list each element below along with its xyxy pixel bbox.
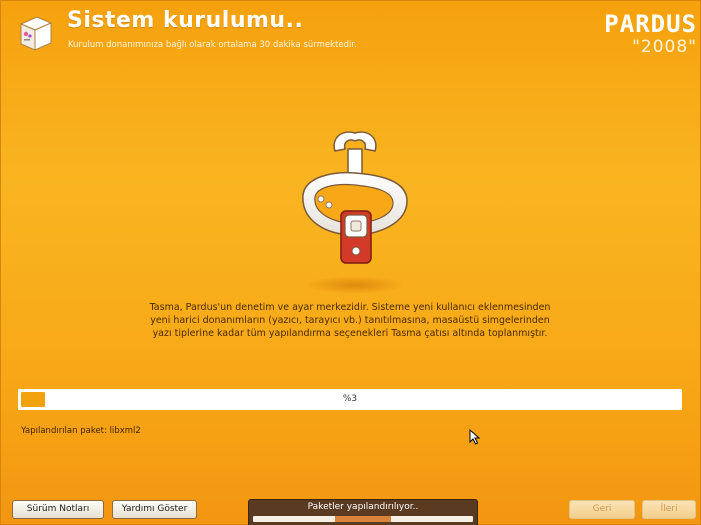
release-notes-button[interactable]: Sürüm Notları	[12, 500, 104, 519]
pardus-logo: PARDUS "2008"	[604, 12, 697, 58]
back-button[interactable]: Geri	[569, 500, 635, 519]
show-help-button[interactable]: Yardımı Göster	[112, 500, 197, 519]
progress-label: %3	[19, 390, 681, 409]
tasma-description: Tasma, Pardus'un denetim ve ayar merkezi…	[140, 301, 560, 340]
package-progress-indicator	[335, 516, 391, 522]
header: Sistem kurulumu.. Kurulum donanımınıza b…	[0, 0, 701, 70]
status-panel: Paketler yapılandırılıyor..	[248, 499, 478, 525]
installation-progress-bar: %3	[18, 389, 682, 410]
brand-year: "2008"	[604, 36, 697, 58]
tasma-wrench-collar-icon	[293, 125, 418, 300]
brand-name: PARDUS	[604, 12, 697, 36]
next-button[interactable]: İleri	[642, 500, 696, 519]
page-title: Sistem kurulumu..	[67, 8, 303, 33]
configured-package-status: Yapılandırılan paket: libxml2	[21, 426, 141, 436]
package-progress-bar	[253, 516, 473, 522]
mouse-pointer-icon	[469, 429, 481, 445]
status-panel-label: Paketler yapılandırılıyor..	[249, 502, 477, 512]
pardus-installer-icon	[15, 12, 55, 54]
page-subtitle: Kurulum donanımınıza bağlı olarak ortala…	[68, 40, 357, 50]
